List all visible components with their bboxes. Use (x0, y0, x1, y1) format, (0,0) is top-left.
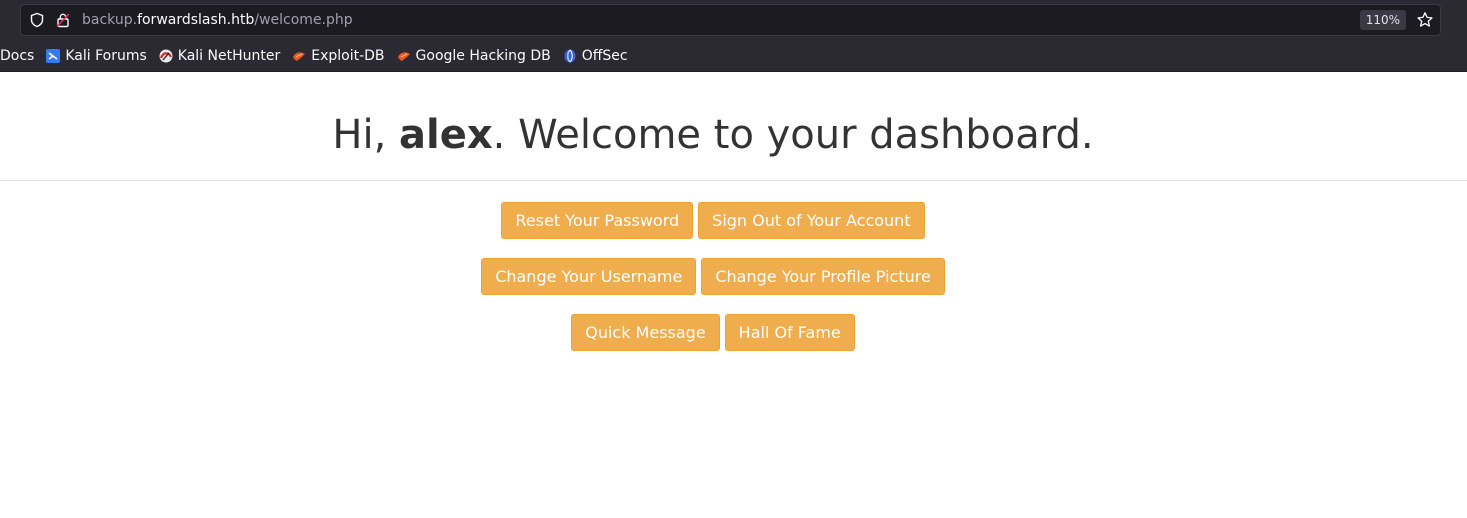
hall-of-fame-button[interactable]: Hall Of Fame (724, 314, 855, 351)
username: alex (399, 112, 493, 158)
bookmark-exploit-db[interactable]: Exploit-DB (292, 48, 385, 64)
kali-nethunter-icon (159, 49, 173, 63)
bookmark-label: Google Hacking DB (415, 48, 551, 64)
divider (0, 180, 1467, 181)
bookmark-label: Kali Forums (65, 48, 147, 64)
url-host: forwardslash.htb (137, 12, 255, 28)
bookmark-label: Kali NetHunter (177, 48, 281, 64)
browser-chrome: backup.forwardslash.htb/welcome.php 110%… (0, 0, 1467, 72)
button-row-1: Reset Your Password Sign Out of Your Acc… (0, 202, 1426, 239)
quick-message-button[interactable]: Quick Message (571, 314, 720, 351)
greeting-prefix: Hi, (332, 112, 399, 158)
bookmark-star-icon[interactable] (1416, 11, 1434, 29)
dashboard-page: Hi, alex. Welcome to your dashboard. Res… (0, 72, 1467, 518)
ghdb-icon (397, 52, 410, 61)
bookmark-kali-forums[interactable]: Kali Forums (46, 48, 147, 64)
page-title: Hi, alex. Welcome to your dashboard. (0, 112, 1426, 158)
bookmark-label: Docs (0, 48, 35, 64)
bookmark-label: Exploit-DB (311, 48, 385, 64)
zoom-level-badge[interactable]: 110% (1359, 10, 1406, 30)
greeting-suffix: . Welcome to your dashboard. (492, 112, 1094, 158)
url-text[interactable]: backup.forwardslash.htb/welcome.php (82, 12, 353, 28)
sign-out-button[interactable]: Sign Out of Your Account (698, 202, 925, 239)
change-username-button[interactable]: Change Your Username (481, 258, 697, 295)
bookmark-offsec[interactable]: OffSec (563, 48, 628, 64)
change-profile-picture-button[interactable]: Change Your Profile Picture (701, 258, 945, 295)
url-bar[interactable]: backup.forwardslash.htb/welcome.php 110% (20, 4, 1441, 36)
bookmark-label: OffSec (581, 48, 628, 64)
button-row-2: Change Your Username Change Your Profile… (0, 258, 1426, 295)
bookmark-google-hacking-db[interactable]: Google Hacking DB (397, 48, 551, 64)
bookmark-kali-nethunter[interactable]: Kali NetHunter (159, 48, 280, 64)
bookmark-docs[interactable]: Docs (0, 48, 34, 64)
url-prefix: backup. (82, 12, 138, 28)
shield-icon[interactable] (29, 12, 45, 28)
lock-warning-icon[interactable] (55, 12, 71, 28)
bookmarks-toolbar: Docs Kali Forums Kali NetHunter Exploit-… (0, 44, 640, 68)
offsec-icon (564, 49, 576, 63)
exploit-db-icon (293, 52, 306, 61)
kali-forums-icon (46, 49, 61, 63)
url-path: /welcome.php (254, 12, 353, 28)
button-row-3: Quick Message Hall Of Fame (0, 314, 1426, 351)
reset-password-button[interactable]: Reset Your Password (501, 202, 694, 239)
